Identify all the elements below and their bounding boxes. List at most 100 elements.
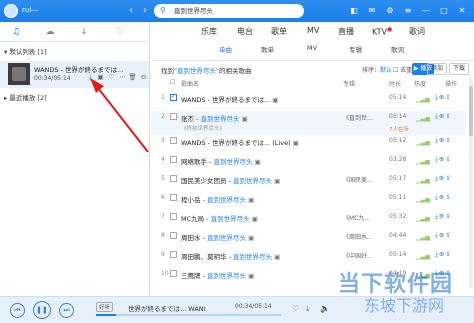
close-button[interactable]: ✕ bbox=[456, 4, 468, 18]
next-icon[interactable]: ⏭ bbox=[59, 303, 74, 318]
share-icon[interactable]: ⇪ bbox=[445, 231, 451, 239]
table-row[interactable]: 3 WANDS - 世界が終るまでは... (Live) ▣ 05:12 ▁▃▅ ⤓⊕⇪ bbox=[151, 135, 466, 148]
mv-icon[interactable]: ▣ bbox=[255, 158, 261, 166]
share-icon[interactable]: ⇪ bbox=[445, 112, 451, 120]
username[interactable]: rui— bbox=[22, 6, 38, 14]
album-name[interactable]: 《周田水... bbox=[343, 232, 373, 241]
song-title[interactable]: WANDS - 世界が終るまでは... (Live) ▣ bbox=[181, 137, 299, 147]
sort-select[interactable]: 排序：默认 bbox=[362, 65, 392, 74]
scrollbar[interactable] bbox=[469, 78, 473, 288]
row-checkbox[interactable] bbox=[170, 113, 177, 120]
user-avatar[interactable] bbox=[4, 4, 18, 18]
prev-icon[interactable]: ⏮ bbox=[10, 303, 25, 318]
mv-icon[interactable]: ▣ bbox=[272, 96, 278, 104]
recent-list-header[interactable]: ▸ 最近播放 [2] bbox=[4, 92, 47, 102]
row-checkbox[interactable] bbox=[170, 270, 177, 277]
table-row[interactable]: 4 网络歌手 - 直到世界尽头 ▣ 03:28 ▁▃▅ ⤓⊕⇪ bbox=[151, 154, 466, 167]
tab-single[interactable]: 单曲 bbox=[219, 44, 232, 54]
tab-playlist[interactable]: 歌单 bbox=[261, 44, 274, 54]
share-icon[interactable]: ⇪ bbox=[445, 174, 451, 182]
table-row[interactable]: 7 MC九局 - 直到世界尽头 ▣ 《MC九... 05:32 ▁▃▅ ⤓⊕⇪ bbox=[151, 211, 466, 224]
table-row[interactable]: 8 周田水 - 直到世界尽头 ▣ 《周田水... 04:44 ▁▃▅ ⤓⊕⇪ bbox=[151, 230, 466, 243]
nav-live[interactable]: 直播 bbox=[338, 26, 354, 37]
album-name[interactable]: 《国民美... bbox=[343, 175, 373, 184]
share-icon[interactable]: ⇪ bbox=[445, 136, 451, 144]
tab-mv[interactable]: MV bbox=[307, 44, 317, 52]
mv-icon[interactable]: ▣ bbox=[248, 272, 254, 280]
search-input[interactable]: ⚲ 直到世界尽头 bbox=[154, 4, 304, 18]
nav-mv[interactable]: MV bbox=[307, 26, 319, 35]
table-row[interactable]: 2 张杰 - 直到世界尽头 ▣ 《终结世界尽头》 《直到世... 05:14 7人在听 ▁▃… bbox=[151, 111, 466, 135]
remove-icon[interactable]: ⊖ bbox=[139, 73, 148, 82]
minimize-button[interactable]: — bbox=[420, 4, 432, 18]
share-icon[interactable]: ⇪ bbox=[445, 155, 451, 163]
album-name[interactable]: 《直到世... bbox=[343, 113, 373, 122]
mv-icon[interactable]: ▣ bbox=[293, 139, 299, 147]
select-all-checkbox[interactable]: ☐ bbox=[170, 79, 175, 86]
cloud-icon[interactable]: ☁ bbox=[42, 25, 58, 39]
table-row[interactable]: 9 周田鹏、莫玥华 - 直到世界尽头 ▣ 《中国好... 05:14 ▁▃▅ ⤓⊕⇪ bbox=[151, 249, 466, 262]
forward-arrow-icon[interactable]: › bbox=[138, 4, 152, 18]
settings-icon[interactable]: ⚙ bbox=[384, 4, 396, 18]
row-checkbox[interactable] bbox=[170, 213, 177, 220]
row-checkbox[interactable] bbox=[170, 156, 177, 163]
row-checkbox[interactable] bbox=[170, 251, 177, 258]
mv-icon[interactable]: ▣ bbox=[242, 115, 248, 123]
download-icon[interactable]: ↓ bbox=[76, 25, 92, 39]
heart-icon[interactable]: ♡ bbox=[107, 73, 116, 82]
nav-library[interactable]: 乐库 bbox=[201, 26, 217, 37]
pause-icon[interactable]: ❚❚ bbox=[33, 301, 51, 319]
delete-icon[interactable]: 🗑 bbox=[128, 73, 137, 82]
download-icon[interactable]: ⤓ bbox=[306, 304, 310, 314]
song-title[interactable]: 程小岳 - 直到世界尽头 ▣ bbox=[181, 194, 254, 204]
progress-bar[interactable] bbox=[96, 314, 281, 316]
album-name[interactable]: 《MC九... bbox=[343, 213, 370, 222]
song-title[interactable]: WANDS - 世界が終るまでは... ▣ bbox=[181, 94, 278, 104]
more-icon[interactable]: ⋯ bbox=[118, 73, 127, 82]
message-icon[interactable]: ✉ bbox=[366, 4, 378, 18]
mv-icon[interactable]: ▣ bbox=[96, 73, 105, 82]
volume-icon[interactable]: 🔈 bbox=[320, 304, 330, 313]
download-icon[interactable]: ⤓ bbox=[86, 73, 95, 82]
skin-icon[interactable]: ◧ bbox=[348, 4, 360, 18]
nav-lyrics[interactable]: 歌词 bbox=[409, 26, 425, 37]
nav-ktv[interactable]: KTV● bbox=[372, 26, 392, 37]
table-row[interactable]: 5 国民美少女团员 - 直到世界尽头 ▣ 《国民美... 05:17 ▁▃▅ ⤓⊕⇪ bbox=[151, 173, 466, 186]
row-checkbox[interactable] bbox=[170, 93, 177, 101]
row-checkbox[interactable] bbox=[170, 137, 177, 144]
table-row[interactable]: 1 WANDS - 世界が終るまでは... ▣ 05:14 ▁▃▅ ⤓⊕⇪ bbox=[151, 92, 466, 105]
mv-icon[interactable]: ▣ bbox=[252, 215, 258, 223]
row-checkbox[interactable] bbox=[170, 232, 177, 239]
share-icon[interactable]: ⇪ bbox=[445, 193, 451, 201]
default-list-header[interactable]: ▾ 默认列表 [1] bbox=[4, 46, 47, 56]
row-checkbox[interactable] bbox=[170, 194, 177, 201]
heart-icon[interactable]: ♡ bbox=[112, 25, 128, 39]
share-icon[interactable]: ⇪ bbox=[445, 93, 451, 101]
download-button[interactable]: 下载 bbox=[449, 63, 469, 75]
nav-playlist[interactable]: 歌单 bbox=[271, 26, 287, 37]
song-title[interactable]: 网络歌手 - 直到世界尽头 ▣ bbox=[181, 156, 261, 166]
share-icon[interactable]: ⇪ bbox=[445, 250, 451, 258]
song-title[interactable]: 周田鹏、莫玥华 - 直到世界尽头 ▣ bbox=[181, 251, 280, 261]
nav-radio[interactable]: 电台 bbox=[237, 26, 253, 37]
share-icon[interactable]: ⇪ bbox=[445, 212, 451, 220]
music-note-icon[interactable]: ♫ bbox=[8, 25, 24, 39]
menu-icon[interactable]: ≡ bbox=[402, 4, 414, 18]
mv-icon[interactable]: ▣ bbox=[248, 196, 254, 204]
song-title[interactable]: 周田水 - 直到世界尽头 ▣ bbox=[181, 232, 254, 242]
row-checkbox[interactable] bbox=[170, 175, 177, 182]
add-button[interactable]: 添加 bbox=[427, 63, 447, 75]
mv-icon[interactable]: ▣ bbox=[248, 234, 254, 242]
current-song-item[interactable]: WANDS - 世界が終るまでは... 00:34/05:14 ⤓ ▣ ♡ ⋯ … bbox=[0, 61, 149, 88]
song-title[interactable]: 国民美少女团员 - 直到世界尽头 ▣ bbox=[181, 175, 280, 185]
song-title[interactable]: MC九局 - 直到世界尽头 ▣ bbox=[181, 213, 258, 223]
tab-lyrics[interactable]: 歌词 bbox=[391, 44, 404, 54]
album-name[interactable]: 《中国好... bbox=[343, 251, 373, 260]
table-row[interactable]: 6 程小岳 - 直到世界尽头 ▣ 05:11 ▁▃▅ ⤓⊕⇪ bbox=[151, 192, 466, 205]
back-arrow-icon[interactable]: ‹ bbox=[124, 4, 138, 18]
mv-icon[interactable]: ▣ bbox=[274, 253, 280, 261]
maximize-button[interactable]: □ bbox=[438, 4, 450, 18]
song-title[interactable]: 张杰 - 直到世界尽头 ▣ bbox=[181, 113, 248, 123]
song-title[interactable]: 三鹰牌 - 直到世界尽头 ▣ bbox=[181, 270, 254, 280]
mv-icon[interactable]: ▣ bbox=[274, 177, 280, 185]
